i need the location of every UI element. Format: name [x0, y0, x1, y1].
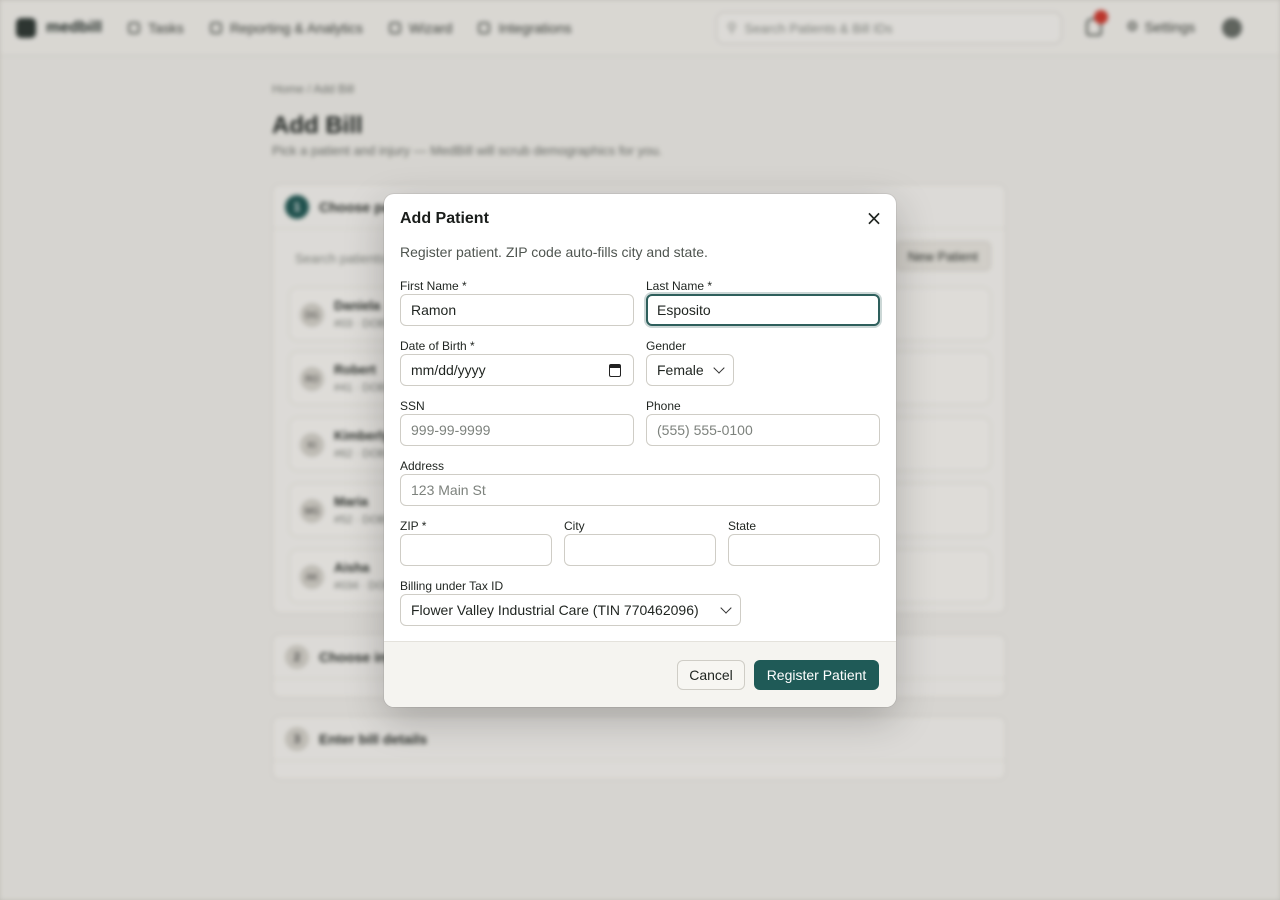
calendar-icon[interactable]	[609, 364, 621, 377]
tax-id-select[interactable]: Flower Valley Industrial Care (TIN 77046…	[400, 594, 741, 626]
zip-label: ZIP *	[400, 519, 427, 533]
dob-label: Date of Birth *	[400, 339, 475, 353]
first-name-label: First Name *	[400, 279, 467, 293]
phone-label: Phone	[646, 399, 681, 413]
tax-id-label: Billing under Tax ID	[400, 579, 504, 593]
gender-select[interactable]: Female	[646, 354, 734, 386]
first-name-field[interactable]	[400, 294, 634, 326]
last-name-label: Last Name *	[646, 279, 713, 293]
dob-date-field[interactable]: mm/dd/yyyy	[400, 354, 634, 386]
phone-field[interactable]	[646, 414, 880, 446]
address-field[interactable]	[400, 474, 880, 506]
state-field[interactable]	[728, 534, 880, 566]
dob-value: mm/dd/yyyy	[411, 362, 486, 378]
gender-value: Female	[657, 362, 704, 378]
zip-field[interactable]	[400, 534, 552, 566]
add-patient-dialog: Add Patient × Register patient. ZIP code…	[384, 194, 896, 707]
chevron-down-icon	[720, 602, 732, 614]
gender-label: Gender	[646, 339, 687, 353]
city-label: City	[564, 519, 585, 533]
address-label: Address	[400, 459, 445, 473]
dialog-description: Register patient. ZIP code auto-fills ci…	[400, 244, 708, 260]
state-label: State	[728, 519, 757, 533]
dialog-footer: Cancel Register Patient	[384, 641, 896, 707]
ssn-label: SSN	[400, 399, 425, 413]
dialog-title: Add Patient	[400, 210, 489, 227]
close-icon[interactable]: ×	[862, 206, 886, 230]
last-name-field[interactable]	[646, 294, 880, 326]
city-field[interactable]	[564, 534, 716, 566]
tax-id-value: Flower Valley Industrial Care (TIN 77046…	[411, 602, 699, 618]
ssn-field[interactable]	[400, 414, 634, 446]
register-patient-button[interactable]: Register Patient	[754, 660, 879, 690]
chevron-down-icon	[713, 362, 725, 374]
cancel-button[interactable]: Cancel	[677, 660, 745, 690]
